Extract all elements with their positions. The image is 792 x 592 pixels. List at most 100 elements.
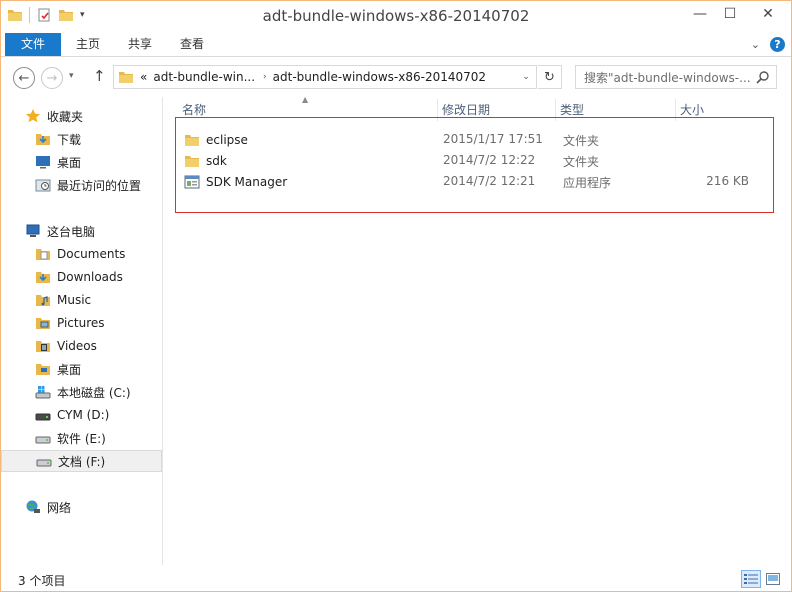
file-name: sdk xyxy=(206,154,227,168)
file-name: eclipse xyxy=(206,133,248,147)
desktop-icon xyxy=(36,156,50,169)
nav-item-label: Music xyxy=(57,293,92,307)
nav-item-label: Pictures xyxy=(57,316,105,330)
column-header-date[interactable]: 修改日期 xyxy=(438,99,556,121)
nav-item-label: 桌面 xyxy=(57,155,82,170)
address-dropdown-chevron-icon[interactable]: ⌄ xyxy=(515,65,537,89)
nav-item-drive-d[interactable]: CYM (D:) xyxy=(1,404,162,426)
nav-item-label: 文档 (F:) xyxy=(58,454,106,469)
file-name-cell: SDK Manager xyxy=(184,174,287,190)
arrow-right-icon: → xyxy=(46,70,58,86)
up-button[interactable]: ↑ xyxy=(93,67,106,85)
column-header-type[interactable]: 类型 xyxy=(556,99,676,121)
column-header-name[interactable]: 名称 xyxy=(178,99,438,121)
documents-folder-icon xyxy=(36,249,50,260)
recent-locations-chevron-icon[interactable]: ▾ xyxy=(69,71,74,81)
nav-item-pictures[interactable]: Pictures xyxy=(1,312,162,334)
ribbon-controls: ⌄ ? xyxy=(751,37,785,52)
hard-drive-icon xyxy=(35,436,51,444)
file-date: 2015/1/17 17:51 xyxy=(443,132,543,146)
nav-item-downloads-pc[interactable]: Downloads xyxy=(1,266,162,288)
hard-drive-icon xyxy=(36,459,52,467)
address-bar[interactable]: « adt-bundle-win... › adt-bundle-windows… xyxy=(113,65,537,89)
nav-item-desktop-pc[interactable]: 桌面 xyxy=(1,358,162,380)
nav-item-drive-e[interactable]: 软件 (E:) xyxy=(1,427,162,449)
recent-places-icon xyxy=(35,179,51,192)
folder-icon xyxy=(185,135,199,146)
title-bar: ▾ adt-bundle-windows-x86-20140702 — ☐ ✕ xyxy=(1,1,791,33)
navigation-pane: 收藏夹 下载 桌面 最近访问的位置 这台电脑 Documents Downloa… xyxy=(1,97,163,565)
refresh-icon: ↻ xyxy=(544,69,555,85)
column-header-size[interactable]: 大小 xyxy=(676,99,756,121)
folder-icon xyxy=(119,72,133,83)
nav-item-recent-places[interactable]: 最近访问的位置 xyxy=(1,174,162,196)
view-switcher xyxy=(741,570,783,588)
tab-home[interactable]: 主页 xyxy=(63,33,113,56)
network-icon xyxy=(26,500,40,513)
nav-network-label: 网络 xyxy=(47,500,72,515)
file-name-cell: sdk xyxy=(184,153,227,169)
nav-this-pc-label: 这台电脑 xyxy=(47,224,96,239)
tab-view[interactable]: 查看 xyxy=(167,33,217,56)
nav-item-music[interactable]: Music xyxy=(1,289,162,311)
refresh-button[interactable]: ↻ xyxy=(538,65,562,89)
maximize-button[interactable]: ☐ xyxy=(715,1,745,27)
forward-button[interactable]: → xyxy=(41,67,63,89)
nav-item-label: Downloads xyxy=(57,270,123,284)
large-icons-view-button[interactable] xyxy=(763,570,783,588)
nav-item-label: 本地磁盘 (C:) xyxy=(57,385,131,400)
folder-icon xyxy=(185,156,199,167)
breadcrumb-current[interactable]: adt-bundle-windows-x86-20140702 xyxy=(273,70,486,84)
nav-item-label: Documents xyxy=(57,247,126,261)
nav-item-label: 桌面 xyxy=(57,362,82,377)
file-name: SDK Manager xyxy=(206,175,288,189)
window-controls: — ☐ ✕ xyxy=(685,1,791,27)
address-row: ← → ▾ ↑ « adt-bundle-win... › adt-bundle… xyxy=(1,61,791,93)
nav-item-documents[interactable]: Documents xyxy=(1,243,162,265)
application-icon xyxy=(184,175,200,189)
file-date: 2014/7/2 12:21 xyxy=(443,174,536,188)
help-icon[interactable]: ? xyxy=(770,37,785,52)
nav-item-label: 软件 (E:) xyxy=(57,431,106,446)
search-placeholder: 搜索"adt-bundle-windows-... xyxy=(584,70,751,85)
details-view-icon xyxy=(744,574,758,584)
arrow-left-icon: ← xyxy=(18,70,30,86)
window-title: adt-bundle-windows-x86-20140702 xyxy=(262,7,530,25)
nav-favorites-label: 收藏夹 xyxy=(47,109,84,124)
search-input[interactable]: 搜索"adt-bundle-windows-... xyxy=(575,65,777,89)
table-row[interactable]: sdk 2014/7/2 12:22 文件夹 xyxy=(178,150,768,171)
nav-favorites[interactable]: 收藏夹 xyxy=(1,105,162,127)
nav-item-desktop[interactable]: 桌面 xyxy=(1,151,162,173)
table-row[interactable]: eclipse 2015/1/17 17:51 文件夹 xyxy=(178,129,768,150)
file-type: 应用程序 xyxy=(563,176,612,190)
back-button[interactable]: ← xyxy=(13,67,35,89)
tab-file[interactable]: 文件 xyxy=(5,33,61,56)
breadcrumb-item[interactable]: adt-bundle-win... xyxy=(153,70,255,84)
table-row[interactable]: SDK Manager 2014/7/2 12:21 应用程序 216 KB xyxy=(178,171,768,192)
nav-item-downloads[interactable]: 下载 xyxy=(1,128,162,150)
expand-ribbon-icon[interactable]: ⌄ xyxy=(751,38,760,51)
nav-item-label: CYM (D:) xyxy=(57,408,110,422)
file-name-cell: eclipse xyxy=(184,132,248,148)
minimize-button[interactable]: — xyxy=(685,1,715,27)
nav-this-pc[interactable]: 这台电脑 xyxy=(1,220,162,242)
breadcrumb-chevron-icon[interactable]: › xyxy=(263,72,267,82)
system-drive-icon xyxy=(35,386,51,399)
downloads-folder-icon xyxy=(36,134,50,145)
nav-item-videos[interactable]: Videos xyxy=(1,335,162,357)
explorer-window: ▾ adt-bundle-windows-x86-20140702 — ☐ ✕ … xyxy=(0,0,792,592)
close-button[interactable]: ✕ xyxy=(745,1,791,27)
search-icon[interactable] xyxy=(756,70,770,84)
details-view-button[interactable] xyxy=(741,570,761,588)
nav-item-label: 最近访问的位置 xyxy=(57,178,142,193)
nav-item-label: 下载 xyxy=(57,132,82,147)
nav-network[interactable]: 网络 xyxy=(1,496,162,518)
nav-item-label: Videos xyxy=(57,339,97,353)
breadcrumb-overflow[interactable]: « xyxy=(140,70,147,84)
videos-folder-icon xyxy=(36,341,50,352)
nav-item-drive-f[interactable]: 文档 (F:) xyxy=(1,450,162,472)
status-bar: 3 个项目 xyxy=(1,567,791,591)
tab-share[interactable]: 共享 xyxy=(115,33,165,56)
item-count: 3 个项目 xyxy=(18,574,66,588)
nav-item-drive-c[interactable]: 本地磁盘 (C:) xyxy=(1,381,162,403)
